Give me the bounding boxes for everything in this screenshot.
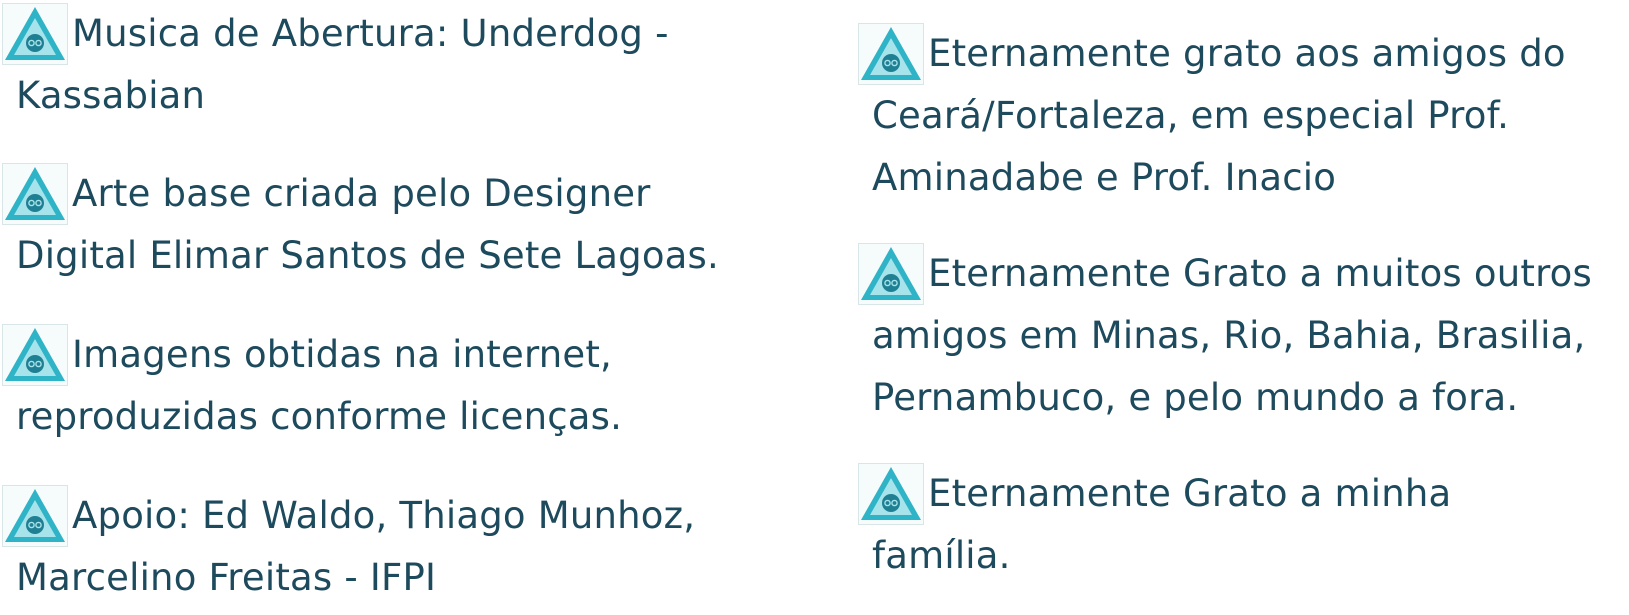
triangle-eye-bullet-icon — [858, 463, 924, 525]
item-text-line: amigos em Minas, Rio, Bahia, Brasilia, — [872, 314, 1586, 357]
bullet-item-support: Apoio: Ed Waldo, Thiago Munhoz, Marcelin… — [2, 485, 695, 609]
item-text-line: Ceará/Fortaleza, em especial Prof. — [872, 94, 1510, 137]
item-text-line: Apoio: Ed Waldo, Thiago Munhoz, — [72, 494, 696, 537]
bullet-item-images: Imagens obtidas na internet, reproduzida… — [2, 324, 622, 448]
triangle-eye-bullet-icon — [2, 3, 68, 65]
item-text-line: Arte base criada pelo Designer — [72, 172, 651, 215]
item-text-line: Pernambuco, e pelo mundo a fora. — [872, 376, 1519, 419]
item-text-line: Eternamente grato aos amigos do — [928, 32, 1566, 75]
item-text-line: Imagens obtidas na internet, — [72, 333, 613, 376]
triangle-eye-bullet-icon — [2, 324, 68, 386]
triangle-eye-bullet-icon — [2, 485, 68, 547]
item-text-line: Eternamente Grato a minha — [928, 472, 1452, 515]
bullet-item-thanks-ceara: Eternamente grato aos amigos do Ceará/Fo… — [858, 23, 1566, 209]
item-text-line: Digital Elimar Santos de Sete Lagoas. — [16, 234, 719, 277]
bullet-item-thanks-friends: Eternamente Grato a muitos outros amigos… — [858, 243, 1592, 429]
item-text-line: Aminadabe e Prof. Inacio — [872, 156, 1337, 199]
triangle-eye-bullet-icon — [858, 243, 924, 305]
triangle-eye-bullet-icon — [858, 23, 924, 85]
bullet-item-base-art: Arte base criada pelo Designer Digital E… — [2, 163, 719, 287]
bullet-item-thanks-family: Eternamente Grato a minha família. — [858, 463, 1451, 587]
item-text-line: Eternamente Grato a muitos outros — [928, 252, 1592, 295]
item-text-line: família. — [872, 534, 1011, 577]
item-text-line: Musica de Abertura: Underdog - — [72, 12, 669, 55]
item-text-line: Kassabian — [16, 74, 206, 117]
item-text-line: reproduzidas conforme licenças. — [16, 395, 623, 438]
bullet-item-opening-music: Musica de Abertura: Underdog - Kassabian — [2, 3, 669, 127]
triangle-eye-bullet-icon — [2, 163, 68, 225]
item-text-line: Marcelino Freitas - IFPI — [16, 556, 437, 599]
